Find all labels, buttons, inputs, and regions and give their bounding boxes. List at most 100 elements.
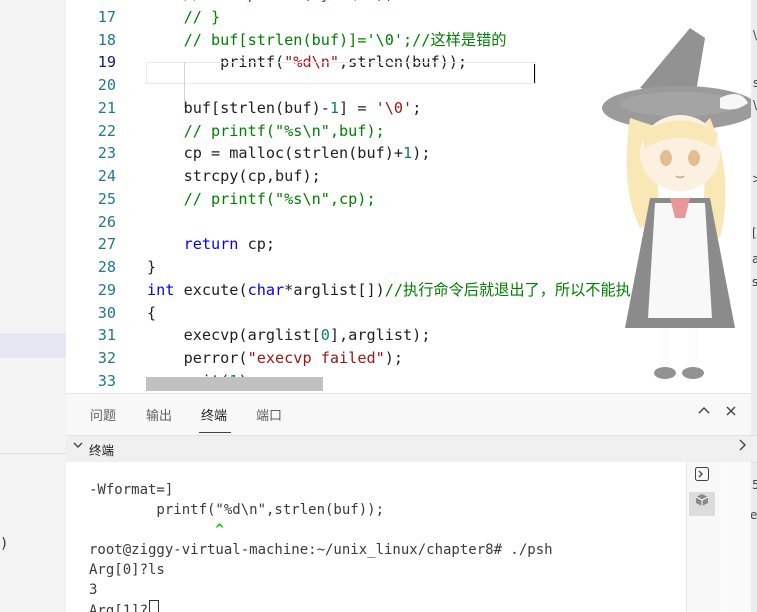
- line-number: 32: [97, 349, 116, 367]
- code-line[interactable]: 18 // buf[strlen(buf)]='\0';//这样是错的: [66, 29, 751, 52]
- code-text: cp = malloc(strlen(buf)+1);: [147, 142, 431, 165]
- line-number: 23: [97, 144, 116, 163]
- code-line[interactable]: 30 {: [66, 302, 751, 325]
- code-token: // }: [147, 7, 221, 26]
- terminal-cursor: [149, 600, 160, 612]
- line-number: 27: [97, 235, 116, 254]
- indent-guide: [184, 62, 185, 108]
- terminal-line-text: ^: [89, 522, 224, 538]
- code-token: 1: [403, 144, 413, 163]
- line-number: 19: [97, 53, 116, 72]
- code-token: '\0': [375, 98, 413, 117]
- terminal-line: Arg[0]?ls: [89, 560, 165, 580]
- line-number: 21: [97, 98, 116, 117]
- code-token: {: [147, 303, 157, 322]
- code-line[interactable]: 22 // printf("%s\n",buf);: [66, 120, 751, 143]
- code-text: // printf("yes\n");: [147, 0, 394, 6]
- line-number: 22: [97, 121, 116, 140]
- explorer-strip: ): [0, 0, 66, 612]
- code-token: ] =: [339, 98, 376, 117]
- line-number: 26: [97, 212, 116, 231]
- active-tab-indicator: [199, 432, 231, 433]
- code-line[interactable]: 17 // }: [66, 6, 751, 29]
- terminal-line-text: -Wformat=]: [89, 482, 174, 498]
- terminal-line-text: 3: [89, 582, 98, 598]
- clipped-edge-glyph: 5: [752, 478, 757, 492]
- clipped-edge-glyph: [: [752, 226, 757, 240]
- terminal-line-text: root@ziggy-virtual-machine:~/unix_linux/…: [89, 542, 553, 558]
- code-token: ;: [412, 98, 422, 117]
- code-token: buf[strlen(buf)-: [147, 98, 330, 117]
- code-line[interactable]: 24 strcpy(cp,buf);: [66, 165, 751, 188]
- clipped-edge-glyph: >: [752, 172, 757, 186]
- code-token: cp = malloc(strlen(buf)+: [147, 144, 404, 163]
- code-token: char: [247, 280, 285, 299]
- code-line[interactable]: 32 perror("execvp failed");: [66, 347, 751, 370]
- code-line[interactable]: 29 int excute(char*arglist[])//执行命令后就退出了，…: [66, 279, 751, 302]
- tab-output[interactable]: 输出: [146, 405, 172, 424]
- cube-icon[interactable]: [689, 492, 715, 516]
- clipped-edge-glyph: s: [753, 76, 757, 90]
- code-token: //执行命令后就退出了，所以不能执: [384, 280, 631, 299]
- terminal-scrollbar[interactable]: [722, 462, 751, 612]
- code-token: );: [384, 349, 404, 367]
- chevron-right-icon[interactable]: [736, 438, 748, 456]
- panel-tab-bar: 问题 输出 终端 端口: [66, 393, 751, 436]
- code-line[interactable]: 21 buf[strlen(buf)-1] = '\0';: [66, 97, 751, 120]
- code-line[interactable]: 25 // printf("%s\n",cp);: [66, 188, 751, 211]
- terminal-section-header[interactable]: 终端: [66, 435, 757, 463]
- line-number: 33: [97, 371, 116, 390]
- chevron-up-icon[interactable]: [697, 404, 711, 422]
- editor-horizontal-scrollbar[interactable]: [146, 377, 323, 391]
- terminal-line: 3: [89, 580, 97, 600]
- terminal-output[interactable]: -Wformat=] printf("%d\n",strlen(buf)); ^…: [66, 462, 686, 612]
- line-number: 28: [97, 258, 116, 276]
- explorer-divider: [0, 453, 66, 454]
- code-token: perror(: [147, 349, 248, 367]
- code-line[interactable]: 27 return cp;: [66, 233, 751, 256]
- terminal-line-text: Arg[0]?ls: [89, 562, 165, 578]
- code-token: *arglist[]): [284, 280, 385, 299]
- tab-problems[interactable]: 问题: [90, 405, 116, 424]
- code-text: }: [147, 256, 156, 279]
- explorer-selected-item[interactable]: [0, 333, 66, 358]
- line-number: 29: [97, 280, 116, 299]
- clipped-edge-glyph: \: [753, 98, 757, 112]
- code-editor[interactable]: 33 exit(1);32 perror("execvp failed");31…: [66, 0, 751, 393]
- code-line[interactable]: 31 execvp(arglist[0],arglist);: [66, 324, 751, 347]
- code-token: strcpy(cp,buf);: [147, 167, 321, 185]
- code-text: // printf("%s\n",cp);: [147, 188, 376, 211]
- explorer-truncated-text: ): [0, 536, 9, 552]
- terminal-section-title: 终端: [89, 443, 115, 458]
- clipped-edge-glyph: s: [752, 275, 757, 289]
- clipped-edge-glyph: a: [752, 252, 757, 266]
- tab-ports[interactable]: 端口: [256, 405, 282, 424]
- clipped-edge-glyph: \: [753, 28, 757, 42]
- line-number: 18: [97, 30, 116, 49]
- code-token: 1: [329, 98, 340, 117]
- terminal-line: Arg[1]?: [89, 600, 160, 612]
- terminal-icon[interactable]: [689, 466, 715, 490]
- tab-terminal[interactable]: 终端: [201, 405, 227, 424]
- text-cursor: [534, 64, 535, 83]
- code-text: int excute(char*arglist[])//执行命令后就退出了，所以…: [147, 279, 631, 302]
- line-number: 16: [66, 0, 116, 6]
- code-line[interactable]: 23 cp = malloc(strlen(buf)+1);: [66, 142, 751, 165]
- code-token: // printf("%s\n",cp);: [147, 189, 376, 208]
- code-text: perror("execvp failed");: [147, 347, 403, 370]
- code-token: );: [412, 144, 431, 163]
- close-icon[interactable]: [724, 404, 738, 422]
- code-text: strcpy(cp,buf);: [147, 165, 321, 188]
- line-number: 30: [97, 303, 116, 322]
- terminal-line: printf("%d\n",strlen(buf));: [89, 500, 384, 520]
- terminal-line-text: Arg[1]?: [89, 603, 149, 612]
- code-line[interactable]: 26: [66, 211, 751, 234]
- code-text: {: [147, 302, 156, 325]
- code-line[interactable]: 16 // printf("yes\n");: [66, 0, 751, 6]
- chevron-down-icon[interactable]: [72, 439, 84, 454]
- code-token: }: [147, 258, 157, 276]
- code-line[interactable]: 28}: [66, 256, 751, 279]
- code-text: execvp(arglist[0],arglist);: [147, 324, 431, 347]
- code-text: // buf[strlen(buf)]='\0';//这样是错的: [147, 29, 507, 52]
